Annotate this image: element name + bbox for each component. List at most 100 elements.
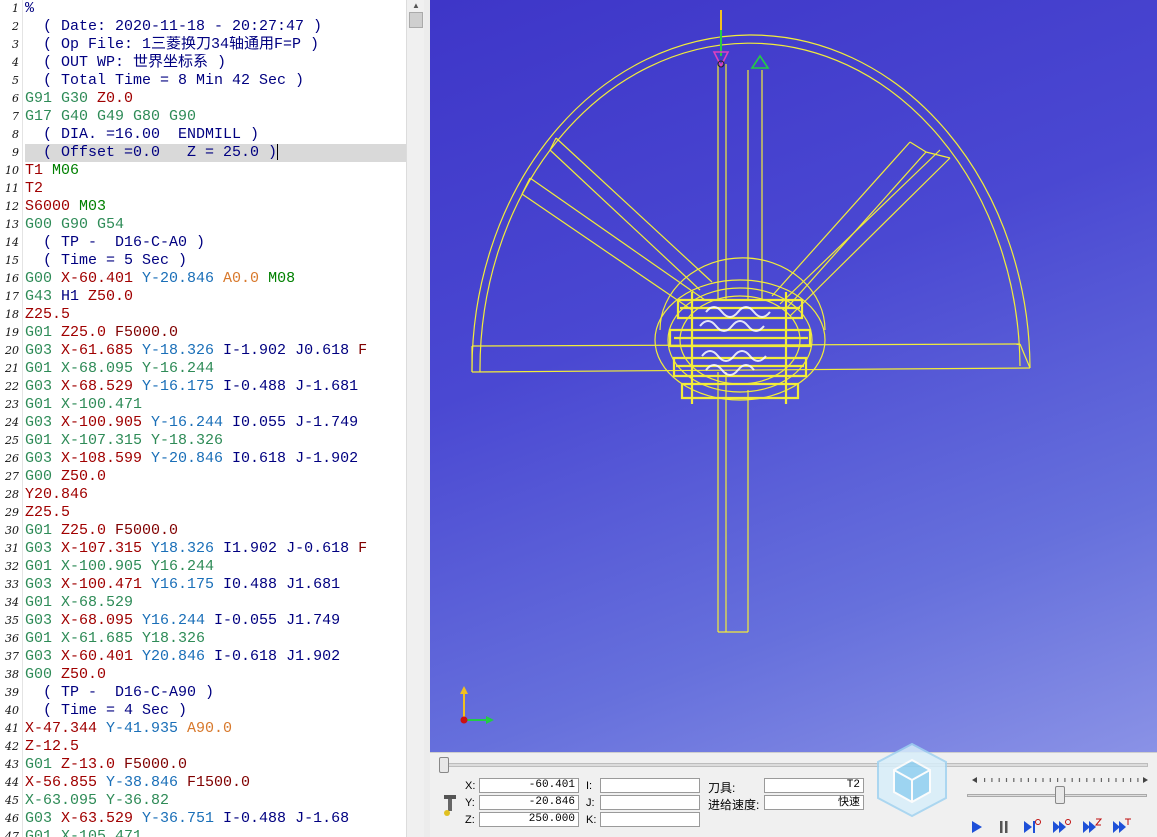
code-token: S6000 [25, 198, 80, 215]
code-line[interactable]: 2 ( Date: 2020-11-18 - 20:27:47 ) [0, 18, 406, 36]
code-token: G03 [25, 576, 62, 593]
step-to-point-icon[interactable] [1050, 817, 1072, 837]
code-line[interactable]: 6 G91 G30 Z0.0 [0, 90, 406, 108]
code-line[interactable]: 1% [0, 0, 406, 18]
code-line[interactable]: 13 G00 G90 G54 [0, 216, 406, 234]
code-token: X-56.855 [25, 774, 107, 791]
code-text: G03 X-68.095 Y16.244 I-0.055 J1.749 [25, 612, 406, 630]
scroll-up-arrow-icon[interactable]: ▲ [407, 0, 424, 12]
code-line[interactable]: 9 ( Offset =0.0 Z = 25.0 ) [0, 144, 406, 162]
code-text: S6000 M03 [25, 198, 406, 216]
nc-code-editor[interactable]: 1% 2 ( Date: 2020-11-18 - 20:27:47 ) 3 ( O… [0, 0, 424, 837]
code-line[interactable]: 12 S6000 M03 [0, 198, 406, 216]
line-number: 9 [12, 146, 19, 159]
code-token: F [358, 342, 368, 359]
code-line[interactable]: 4 ( OUT WP: 世界坐标系 ) [0, 54, 406, 72]
code-text: ( TP - D16-C-A0 ) [25, 234, 406, 252]
code-line[interactable]: 29 Z25.5 [0, 504, 406, 522]
code-line[interactable]: 43 G01 Z-13.0 F5000.0 [0, 756, 406, 774]
editor-vertical-scrollbar[interactable]: ▲ [406, 0, 424, 837]
code-token: X-61.685 [61, 630, 143, 647]
code-line[interactable]: 36 G01 X-61.685 Y18.326 [0, 630, 406, 648]
simulation-progress-track[interactable] [440, 763, 1148, 767]
code-line[interactable]: 31 G03 X-107.315 Y18.326 I1.902 J-0.618 F [0, 540, 406, 558]
code-line[interactable]: 45 X-63.095 Y-36.82 [0, 792, 406, 810]
code-line[interactable]: 37 G03 X-60.401 Y20.846 I-0.618 J1.902 [0, 648, 406, 666]
code-line[interactable]: 11 T2 [0, 180, 406, 198]
code-line[interactable]: 5 ( Total Time = 8 Min 42 Sec ) [0, 72, 406, 90]
code-token: X-68.095 [61, 612, 143, 629]
simulation-progress-thumb[interactable] [439, 757, 449, 773]
code-token: Y-38.846 [106, 774, 188, 791]
code-token: X-68.529 [61, 378, 143, 395]
code-line[interactable]: 34 G01 X-68.529 [0, 594, 406, 612]
code-token: J1.749 [286, 612, 341, 629]
code-token: G17 G40 G49 G80 G90 [25, 108, 197, 125]
code-line[interactable]: 39 ( TP - D16-C-A90 ) [0, 684, 406, 702]
step-icon[interactable] [1020, 817, 1042, 837]
code-token: Y-16.244 [142, 360, 215, 377]
code-token: G03 [25, 342, 62, 359]
code-line[interactable]: 14 ( TP - D16-C-A0 ) [0, 234, 406, 252]
code-line[interactable]: 35 G03 X-68.095 Y16.244 I-0.055 J1.749 [0, 612, 406, 630]
code-line[interactable]: 30 G01 Z25.0 F5000.0 [0, 522, 406, 540]
step-tool-icon[interactable] [1110, 817, 1132, 837]
scrollbar-thumb[interactable] [409, 12, 423, 28]
code-line[interactable]: 27 G00 Z50.0 [0, 468, 406, 486]
code-token: ( Time = 5 Sec ) [25, 252, 188, 269]
code-line[interactable]: 40 ( Time = 4 Sec ) [0, 702, 406, 720]
code-line[interactable]: 18 Z25.5 [0, 306, 406, 324]
line-number: 10 [5, 164, 19, 177]
code-token: G91 G30 [25, 90, 98, 107]
code-line[interactable]: 20 G03 X-61.685 Y-18.326 I-1.902 J0.618 F [0, 342, 406, 360]
code-line[interactable]: 23 G01 X-100.471 [0, 396, 406, 414]
code-line[interactable]: 47 G01 X-105.471 [0, 828, 406, 837]
step-z-icon[interactable] [1080, 817, 1102, 837]
code-line[interactable]: 44 X-56.855 Y-38.846 F1500.0 [0, 774, 406, 792]
code-token: I-0.488 [223, 378, 296, 395]
code-token: G03 [25, 612, 62, 629]
line-number: 46 [5, 812, 19, 825]
code-line[interactable]: 33 G03 X-100.471 Y16.175 I0.488 J1.681 [0, 576, 406, 594]
simulation-viewport[interactable] [430, 0, 1157, 752]
code-line[interactable]: 19 G01 Z25.0 F5000.0 [0, 324, 406, 342]
code-line[interactable]: 46 G03 X-63.529 Y-36.751 I-0.488 J-1.68 [0, 810, 406, 828]
play-icon[interactable] [966, 817, 988, 837]
code-token: G01 [25, 594, 62, 611]
y-label: Y: [465, 797, 475, 809]
code-line[interactable]: 32 G01 X-100.905 Y16.244 [0, 558, 406, 576]
code-line[interactable]: 28 Y20.846 [0, 486, 406, 504]
code-text: G01 Z25.0 F5000.0 [25, 324, 406, 342]
code-text: ( TP - D16-C-A90 ) [25, 684, 406, 702]
speed-tick [1057, 778, 1059, 782]
code-token: Z-13.0 [61, 756, 125, 773]
code-line[interactable]: 41 X-47.344 Y-41.935 A90.0 [0, 720, 406, 738]
code-line[interactable]: 22 G03 X-68.529 Y-16.175 I-0.488 J-1.681 [0, 378, 406, 396]
code-line[interactable]: 16 G00 X-60.401 Y-20.846 A0.0 M08 [0, 270, 406, 288]
speed-slider-thumb[interactable] [1055, 786, 1066, 804]
pause-icon[interactable] [993, 817, 1015, 837]
code-token: M06 [52, 162, 80, 179]
code-line[interactable]: 10 T1 M06 [0, 162, 406, 180]
line-number: 39 [5, 686, 19, 699]
code-line[interactable]: 25 G01 X-107.315 Y-18.326 [0, 432, 406, 450]
speed-tick [1078, 778, 1081, 782]
code-line[interactable]: 17 G43 H1 Z50.0 [0, 288, 406, 306]
tool-icon [444, 795, 456, 816]
code-line[interactable]: 3 ( Op File: 1三菱换刀34轴通用F=P ) [0, 36, 406, 54]
code-lines[interactable]: 1% 2 ( Date: 2020-11-18 - 20:27:47 ) 3 ( O… [0, 0, 406, 837]
code-line[interactable]: 42 Z-12.5 [0, 738, 406, 756]
code-line[interactable]: 21 G01 X-68.095 Y-16.244 [0, 360, 406, 378]
line-number: 7 [12, 110, 19, 123]
code-token: ( DIA. =16.00 ENDMILL ) [25, 126, 260, 143]
code-line[interactable]: 15 ( Time = 5 Sec ) [0, 252, 406, 270]
code-token: X-61.685 [61, 342, 143, 359]
code-token: A0.0 [223, 270, 269, 287]
speed-tick [991, 778, 993, 782]
code-line[interactable]: 8 ( DIA. =16.00 ENDMILL ) [0, 126, 406, 144]
code-line[interactable]: 26 G03 X-108.599 Y-20.846 I0.618 J-1.902 [0, 450, 406, 468]
code-token: G03 [25, 378, 62, 395]
code-line[interactable]: 24 G03 X-100.905 Y-16.244 I0.055 J-1.749 [0, 414, 406, 432]
code-line[interactable]: 38 G00 Z50.0 [0, 666, 406, 684]
code-line[interactable]: 7 G17 G40 G49 G80 G90 [0, 108, 406, 126]
